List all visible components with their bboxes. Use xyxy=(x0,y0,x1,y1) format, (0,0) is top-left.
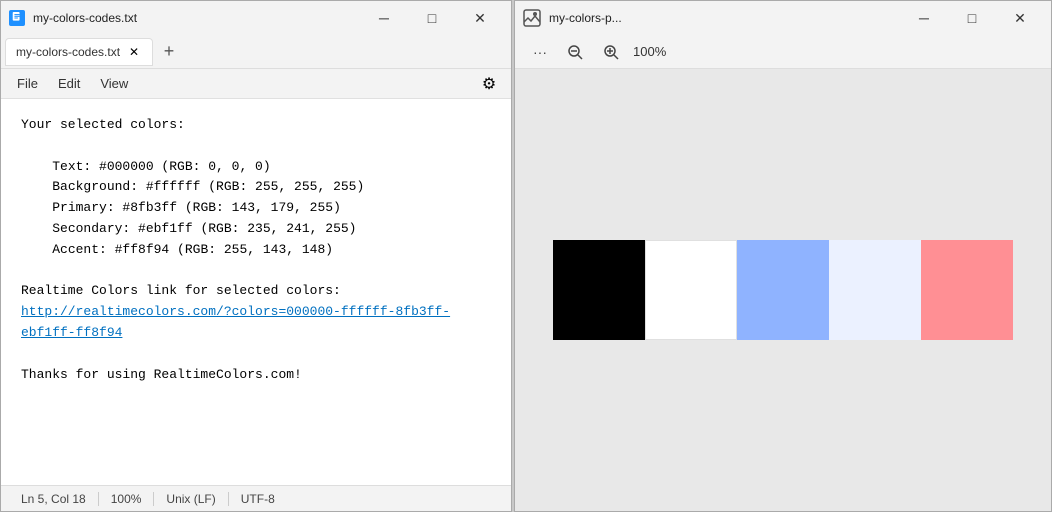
content-link: http://realtimecolors.com/?colors=000000… xyxy=(21,302,491,344)
content-spacer2 xyxy=(21,261,491,282)
image-maximize-button[interactable]: □ xyxy=(949,3,995,33)
image-window-controls: ─ □ ✕ xyxy=(901,3,1043,33)
swatch-secondary xyxy=(829,240,921,340)
content-line10: Thanks for using RealtimeColors.com! xyxy=(21,365,491,386)
content-line6: Accent: #ff8f94 (RGB: 255, 143, 148) xyxy=(21,240,491,261)
content-line3: Background: #ffffff (RGB: 255, 255, 255) xyxy=(21,177,491,198)
new-tab-button[interactable]: + xyxy=(155,38,183,66)
menu-edit[interactable]: Edit xyxy=(50,72,88,95)
tab-close-button[interactable]: ✕ xyxy=(126,44,142,60)
zoom-out-button[interactable] xyxy=(561,41,589,63)
image-toolbar: ··· 100% xyxy=(515,35,1051,69)
notepad-menu-bar: File Edit View ⚙ xyxy=(1,69,511,99)
color-swatches xyxy=(553,240,1013,340)
content-line5: Secondary: #ebf1ff (RGB: 235, 241, 255) xyxy=(21,219,491,240)
notepad-tab-bar: my-colors-codes.txt ✕ + xyxy=(1,35,511,69)
notepad-editor[interactable]: Your selected colors: Text: #000000 (RGB… xyxy=(1,99,511,485)
notepad-title: my-colors-codes.txt xyxy=(33,11,353,25)
status-position: Ln 5, Col 18 xyxy=(9,492,99,506)
image-title: my-colors-p... xyxy=(549,11,893,25)
status-zoom: 100% xyxy=(99,492,155,506)
content-line2: Text: #000000 (RGB: 0, 0, 0) xyxy=(21,157,491,178)
swatch-accent xyxy=(921,240,1013,340)
tab-label: my-colors-codes.txt xyxy=(16,45,120,59)
swatch-text xyxy=(553,240,645,340)
settings-gear-icon[interactable]: ⚙ xyxy=(475,70,503,98)
status-encoding: UTF-8 xyxy=(229,492,287,506)
zoom-in-button[interactable] xyxy=(597,41,625,63)
status-line-ending: Unix (LF) xyxy=(154,492,228,506)
notepad-app-icon xyxy=(9,10,25,26)
active-tab[interactable]: my-colors-codes.txt ✕ xyxy=(5,38,153,66)
maximize-button[interactable]: □ xyxy=(409,3,455,33)
image-title-bar: my-colors-p... ─ □ ✕ xyxy=(515,1,1051,35)
notepad-status-bar: Ln 5, Col 18 100% Unix (LF) UTF-8 xyxy=(1,485,511,511)
image-content xyxy=(515,69,1051,511)
image-close-button[interactable]: ✕ xyxy=(997,3,1043,33)
content-line8: Realtime Colors link for selected colors… xyxy=(21,281,491,302)
image-minimize-button[interactable]: ─ xyxy=(901,3,947,33)
content-spacer1 xyxy=(21,136,491,157)
image-app-icon xyxy=(523,9,541,27)
image-viewer-window: my-colors-p... ─ □ ✕ ··· 100% xyxy=(514,0,1052,512)
notepad-window: my-colors-codes.txt ─ □ ✕ my-colors-code… xyxy=(0,0,512,512)
content-line4: Primary: #8fb3ff (RGB: 143, 179, 255) xyxy=(21,198,491,219)
window-controls: ─ □ ✕ xyxy=(361,3,503,33)
swatch-background xyxy=(645,240,737,340)
minimize-button[interactable]: ─ xyxy=(361,3,407,33)
more-options-button[interactable]: ··· xyxy=(527,41,553,63)
menu-file[interactable]: File xyxy=(9,72,46,95)
zoom-level: 100% xyxy=(633,44,666,59)
notepad-title-bar: my-colors-codes.txt ─ □ ✕ xyxy=(1,1,511,35)
content-line1: Your selected colors: xyxy=(21,115,491,136)
content-spacer3 xyxy=(21,344,491,365)
close-button[interactable]: ✕ xyxy=(457,3,503,33)
swatch-primary xyxy=(737,240,829,340)
menu-view[interactable]: View xyxy=(92,72,136,95)
